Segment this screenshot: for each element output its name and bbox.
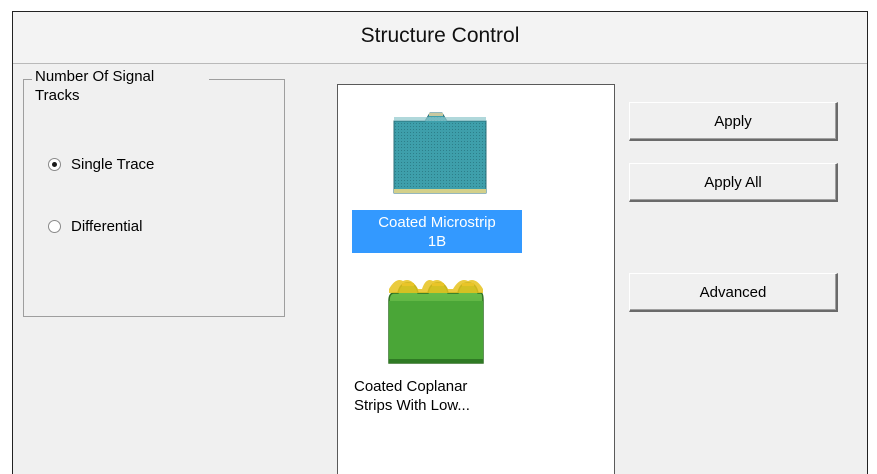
legend-line-2: Tracks <box>35 87 80 104</box>
coated-microstrip-icon <box>393 112 487 194</box>
dialog-title: Structure Control <box>360 24 520 47</box>
single-trace-option[interactable]: Single Trace <box>48 156 154 173</box>
coated-microstrip-label: Coated Microstrip 1B <box>352 210 522 253</box>
legend-line-1: Number Of Signal <box>35 68 155 85</box>
structure-item-coated-microstrip[interactable]: Coated Microstrip 1B <box>352 105 522 265</box>
coated-coplanar-strips-icon <box>388 280 484 364</box>
structure-item-coated-coplanar-strips[interactable]: Coated Coplanar Strips With Low... <box>344 275 524 445</box>
signal-tracks-legend: Number Of Signal Tracks <box>32 67 209 105</box>
single-trace-radio[interactable] <box>48 158 61 171</box>
differential-radio[interactable] <box>48 220 61 233</box>
signal-tracks-groupbox <box>23 79 285 317</box>
coated-coplanar-strips-label: Coated Coplanar Strips With Low... <box>354 378 470 414</box>
title-bar: Structure Control <box>13 12 867 64</box>
structure-list[interactable]: Coated Microstrip 1B Coated Coplanar Str… <box>337 84 615 474</box>
differential-label: Differential <box>71 218 143 235</box>
apply-button[interactable]: Apply <box>629 102 838 141</box>
apply-all-button[interactable]: Apply All <box>629 163 838 202</box>
single-trace-label: Single Trace <box>71 156 155 173</box>
differential-option[interactable]: Differential <box>48 218 142 235</box>
advanced-button[interactable]: Advanced <box>629 273 838 312</box>
